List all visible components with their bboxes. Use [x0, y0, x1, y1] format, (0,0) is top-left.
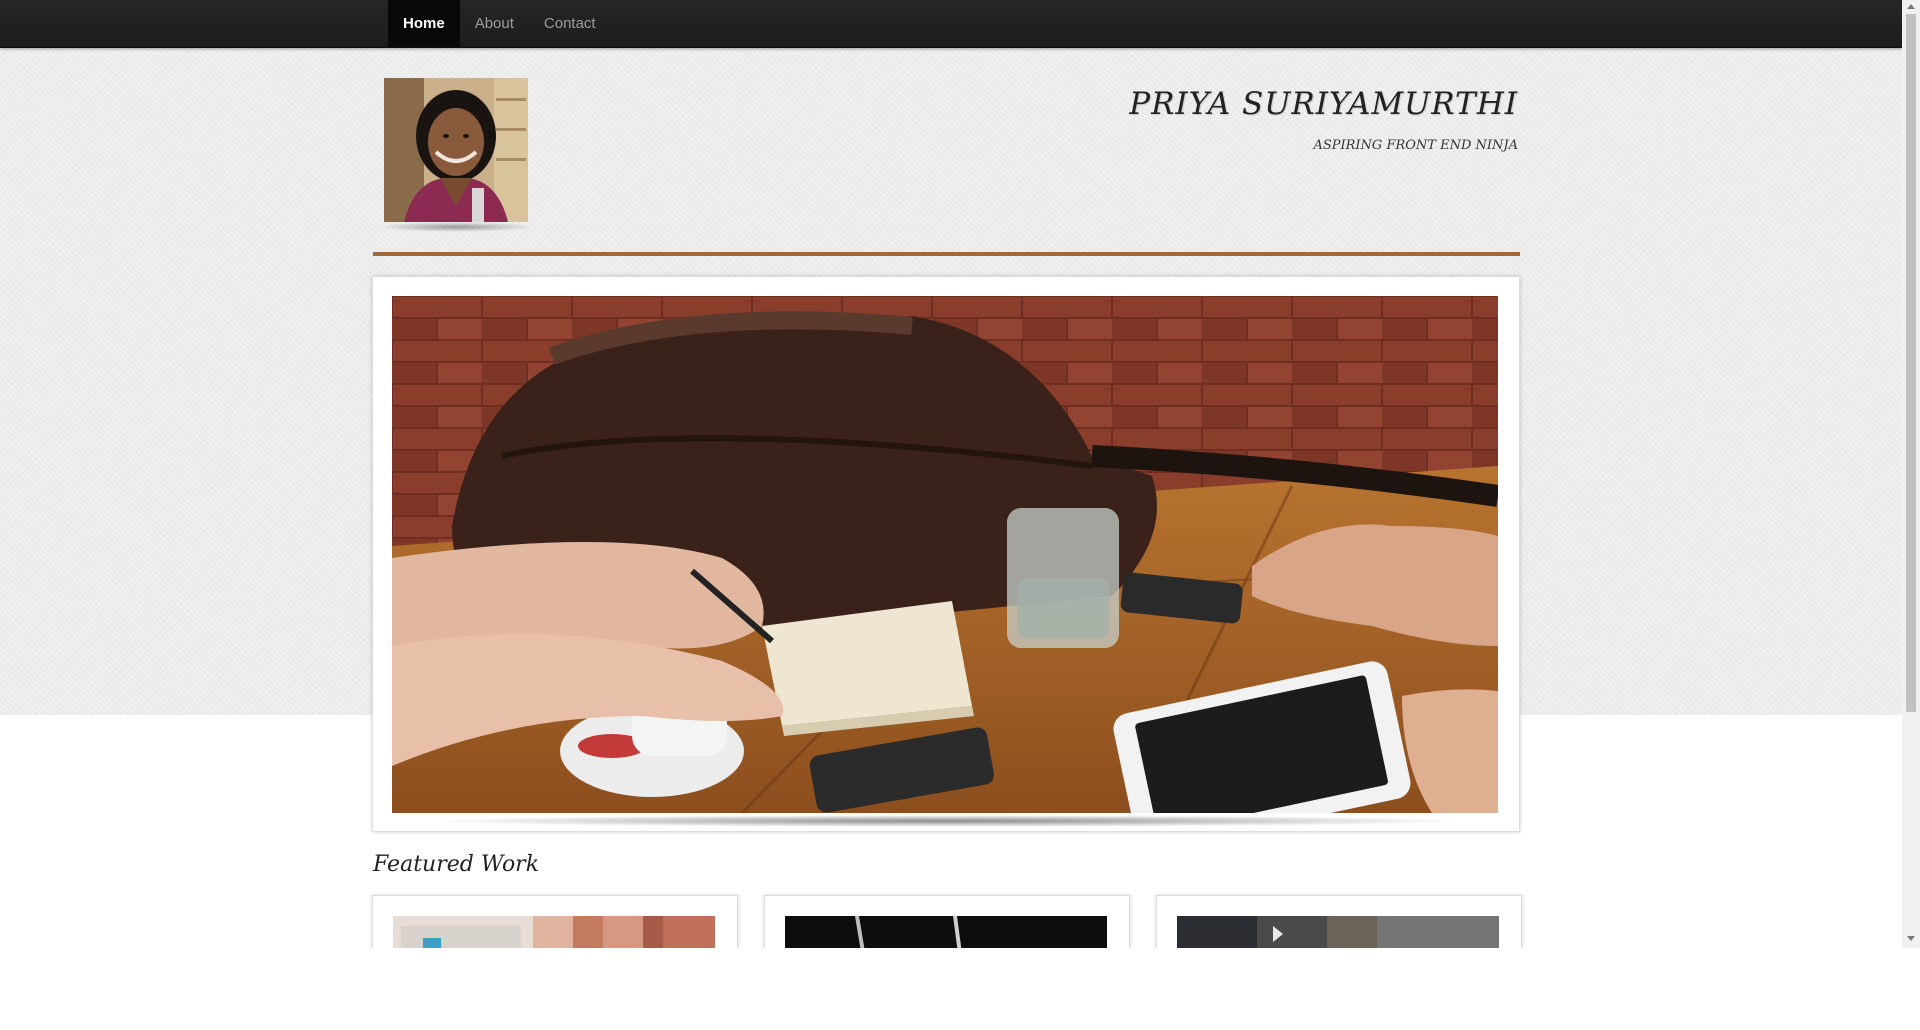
hero-shadow	[423, 815, 1473, 827]
profile-photo-icon	[384, 78, 528, 222]
nav-contact[interactable]: Contact	[529, 0, 611, 47]
dark-laptop-photo-icon	[785, 916, 1107, 948]
hero-image	[392, 296, 1498, 813]
featured-card-3[interactable]	[1156, 895, 1522, 948]
nav-menu: Home About Contact	[388, 0, 611, 47]
header-divider	[373, 252, 1520, 256]
avatar-shadow	[378, 222, 534, 232]
page-scrollbar[interactable]	[1902, 0, 1920, 948]
scroll-down-icon[interactable]	[1907, 936, 1915, 941]
nav-about[interactable]: About	[460, 0, 529, 47]
scroll-up-icon[interactable]	[1907, 4, 1915, 9]
site-tagline: ASPIRING FRONT END NINJA	[1313, 138, 1518, 153]
scrollbar-thumb[interactable]	[1906, 14, 1916, 712]
laptop-keyboard-photo-icon	[393, 916, 715, 948]
profile-avatar	[384, 78, 528, 222]
office-accessories-photo-icon	[1177, 916, 1499, 948]
featured-work-heading: Featured Work	[373, 852, 540, 877]
site-title: PRIYA SURIYAMURTHI	[1129, 86, 1518, 122]
featured-thumb-3[interactable]	[1177, 916, 1499, 948]
browser-viewport: Home About Contact PRIYA SURIYAMURTHI AS…	[0, 0, 1920, 948]
nav-home[interactable]: Home	[388, 0, 460, 47]
top-navbar: Home About Contact	[0, 0, 1902, 48]
featured-thumb-2[interactable]	[785, 916, 1107, 948]
featured-card-2[interactable]	[764, 895, 1130, 948]
featured-thumb-1[interactable]	[393, 916, 715, 948]
featured-card-1[interactable]	[372, 895, 738, 948]
meeting-table-photo-icon	[392, 296, 1498, 813]
hero-frame	[372, 276, 1520, 832]
